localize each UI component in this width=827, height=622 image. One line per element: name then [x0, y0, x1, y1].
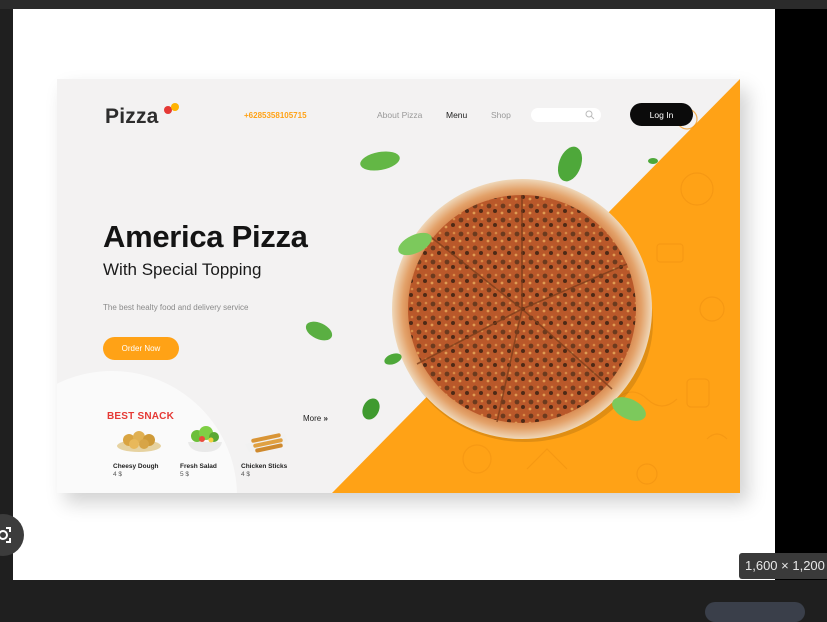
bottom-pill-button[interactable] [705, 602, 805, 622]
pizza-landing-card: Pizza +6285358105715 About Pizza Menu Sh… [57, 79, 740, 493]
leaves-decoration [305, 146, 658, 421]
bottom-bar [0, 580, 827, 611]
top-bar [0, 0, 827, 9]
lens-icon [0, 527, 11, 543]
image-viewer: Pizza +6285358105715 About Pizza Menu Sh… [13, 9, 775, 580]
viewer-side-panel [775, 9, 827, 580]
image-dimensions-badge: 1,600 × 1,200 [739, 553, 827, 579]
